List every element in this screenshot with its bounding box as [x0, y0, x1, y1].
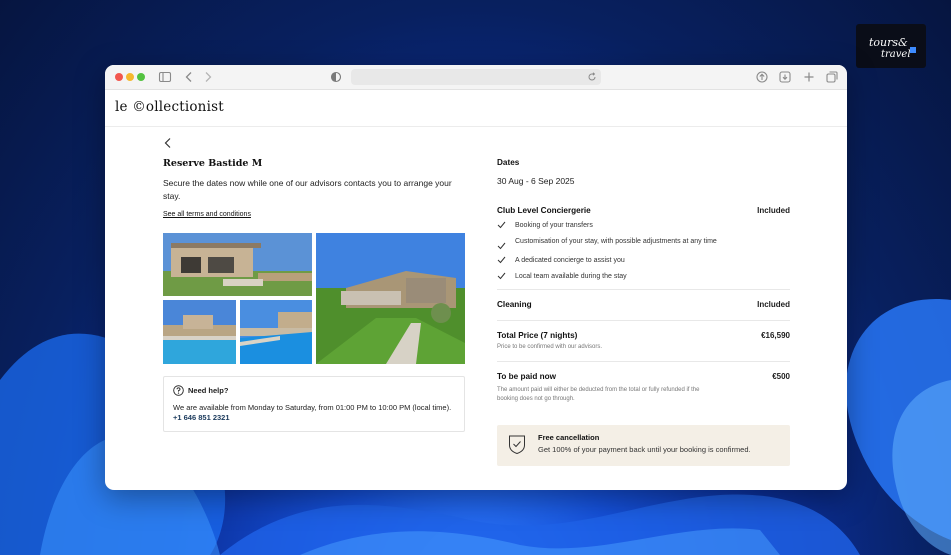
divider [497, 361, 790, 362]
back-arrow-icon[interactable] [163, 137, 173, 149]
list-item: Local team available during the stay [497, 271, 790, 282]
zoom-window-button[interactable] [137, 73, 145, 81]
check-icon [497, 221, 506, 229]
privacy-icon[interactable] [329, 70, 343, 84]
tab-overview-icon[interactable] [825, 70, 839, 84]
pay-now-note: The amount paid will either be deducted … [497, 387, 700, 402]
booking-summary: Dates 30 Aug - 6 Sep 2025 Club Level Con… [497, 158, 790, 404]
page-title: Reserve Bastide M [163, 158, 263, 169]
total-price-label: Total Price (7 nights) [497, 331, 578, 340]
check-icon [497, 272, 506, 280]
cancellation-text: Get 100% of your payment back until your… [538, 445, 751, 454]
new-tab-icon[interactable] [802, 70, 816, 84]
sidebar-icon[interactable] [158, 70, 172, 84]
pay-now-label: To be paid now [497, 372, 556, 381]
forward-icon[interactable] [201, 70, 215, 84]
browser-toolbar [105, 65, 847, 90]
check-icon [497, 256, 506, 264]
cleaning-value: Included [757, 300, 790, 309]
concierge-label: Club Level Conciergerie [497, 206, 591, 215]
photo-pool-2[interactable] [240, 300, 312, 364]
site-header: le ©ollectionist [105, 90, 847, 127]
download-icon[interactable] [778, 70, 792, 84]
page-subtitle: Secure the dates now while one of our ad… [163, 178, 452, 201]
svg-text:travel: travel [881, 49, 911, 60]
dates-value: 30 Aug - 6 Sep 2025 [497, 176, 575, 186]
divider [497, 320, 790, 321]
close-window-button[interactable] [115, 73, 123, 81]
address-bar[interactable] [351, 69, 601, 85]
dates-label: Dates [497, 158, 520, 167]
pay-now-value: €500 [772, 372, 790, 381]
minimize-window-button[interactable] [126, 73, 134, 81]
cleaning-label: Cleaning [497, 300, 532, 309]
share-icon[interactable] [755, 70, 769, 84]
shield-check-icon [509, 435, 525, 455]
help-phone-link[interactable]: +1 646 851 2321 [173, 413, 455, 423]
help-box: Need help? We are available from Monday … [163, 376, 465, 432]
svg-text:tours&: tours& [869, 36, 908, 49]
help-title: Need help? [188, 386, 229, 395]
tours-travel-logo: tours& travel [856, 24, 926, 68]
back-icon[interactable] [182, 70, 196, 84]
check-icon [497, 242, 506, 250]
concierge-value: Included [757, 206, 790, 215]
photo-gallery [163, 233, 465, 364]
list-item: Customisation of your stay, with possibl… [497, 236, 790, 250]
terms-link[interactable]: See all terms and conditions [163, 211, 251, 218]
reservation-intro: Reserve Bastide M Secure the dates now w… [163, 158, 465, 221]
cancellation-title: Free cancellation [538, 433, 600, 442]
photo-pool-1[interactable] [163, 300, 236, 364]
total-price-note: Price to be confirmed with our advisors. [497, 344, 603, 350]
divider [497, 289, 790, 290]
brand-logo[interactable]: le ©ollectionist [115, 99, 224, 115]
reload-icon[interactable] [587, 72, 597, 82]
photo-villa-garden[interactable] [316, 233, 465, 364]
question-icon [173, 385, 184, 396]
list-item: A dedicated concierge to assist you [497, 255, 790, 266]
free-cancellation-banner: Free cancellation Get 100% of your payme… [497, 425, 790, 466]
help-text: We are available from Monday to Saturday… [173, 403, 452, 412]
photo-villa-terrace[interactable] [163, 233, 312, 296]
list-item: Booking of your transfers [497, 220, 790, 231]
total-price-value: €16,590 [761, 331, 790, 340]
browser-window: le ©ollectionist Reserve Bastide M Secur… [105, 65, 847, 490]
